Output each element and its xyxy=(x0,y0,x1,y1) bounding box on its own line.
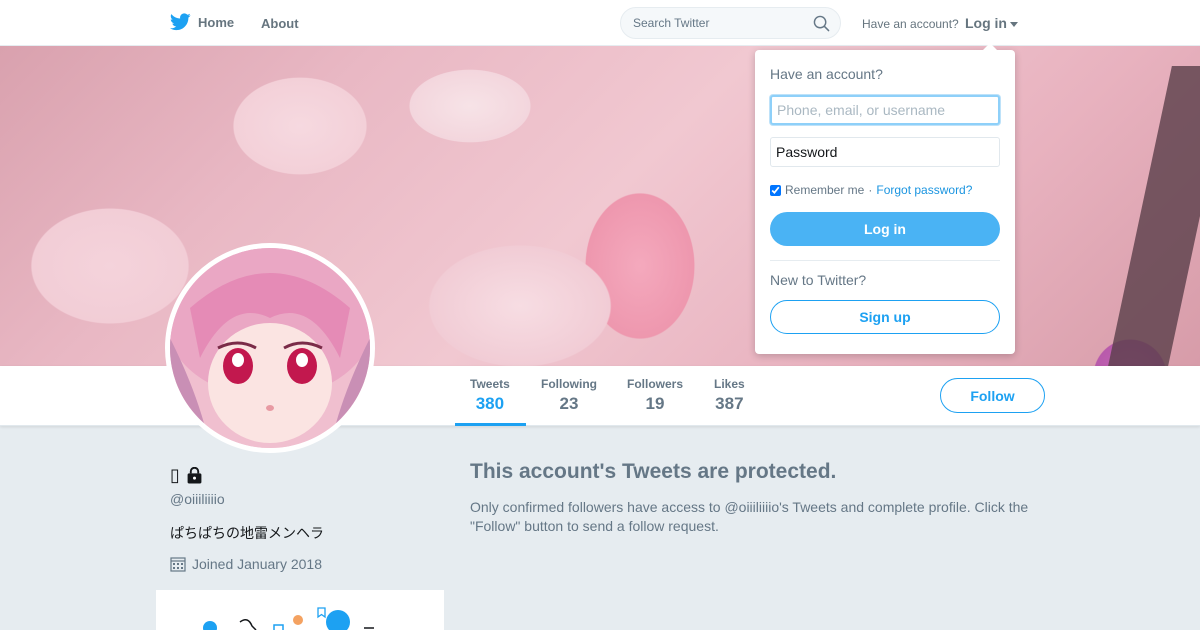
joined-label: Joined January 2018 xyxy=(192,556,322,572)
stat-label: Followers xyxy=(627,377,684,391)
profile-bio: ぱちぱちの地雷メンヘラ xyxy=(170,525,324,541)
search-icon[interactable] xyxy=(813,15,830,32)
avatar-illustration xyxy=(170,248,370,448)
login-toggle-label: Log in xyxy=(965,15,1007,31)
caret-down-icon xyxy=(1010,21,1018,27)
protected-body: Only confirmed followers have access to … xyxy=(470,499,1029,534)
banner-dark-region xyxy=(1108,66,1200,366)
stat-value: 380 xyxy=(475,394,505,413)
stat-likes[interactable]: Likes 387 xyxy=(714,377,745,414)
remember-me-row: Remember me · Forgot password? xyxy=(770,183,972,197)
login-dropdown-toggle[interactable]: Log in xyxy=(965,15,1018,31)
login-dropdown: Have an account? Remember me · Forgot pa… xyxy=(755,43,1015,354)
calendar-icon xyxy=(170,557,186,572)
have-account-text: Have an account? xyxy=(862,17,959,31)
profile-handle[interactable]: @oiiiliiiio xyxy=(170,491,225,507)
search-input[interactable] xyxy=(633,16,803,30)
search-box[interactable] xyxy=(620,7,841,39)
joined-date: Joined January 2018 xyxy=(170,556,322,572)
follow-button[interactable]: Follow xyxy=(940,378,1045,413)
password-input[interactable] xyxy=(770,137,1000,167)
new-to-twitter-text: New to Twitter? xyxy=(770,272,867,288)
promo-illustration xyxy=(203,607,374,630)
remember-me-label[interactable]: Remember me xyxy=(785,183,864,197)
username-input[interactable] xyxy=(770,95,1000,125)
protected-title: This account's Tweets are protected. xyxy=(470,460,837,483)
forgot-password-link[interactable]: Forgot password? xyxy=(876,183,972,197)
dropdown-divider xyxy=(770,260,1000,261)
active-tab-underline xyxy=(455,423,526,426)
stat-value: 19 xyxy=(645,394,665,413)
top-navigation-bar: Home About Have an account? Log in xyxy=(0,0,1200,46)
profile-avatar[interactable] xyxy=(165,243,375,453)
nav-about-link[interactable]: About xyxy=(261,16,299,31)
profile-name: ▯ xyxy=(170,465,203,486)
nav-home-label: Home xyxy=(198,14,235,30)
signup-button[interactable]: Sign up xyxy=(770,300,1000,334)
lock-icon xyxy=(187,467,202,484)
promo-card xyxy=(156,590,444,630)
stat-followers[interactable]: Followers 19 xyxy=(627,377,683,414)
stat-value: 23 xyxy=(559,394,579,413)
stat-label: Tweets xyxy=(470,377,510,391)
twitter-bird-icon xyxy=(170,13,191,31)
login-button[interactable]: Log in xyxy=(770,212,1000,246)
nav-home-link[interactable]: Home xyxy=(170,13,234,31)
stat-following[interactable]: Following 23 xyxy=(541,377,597,414)
profile-name-glyph: ▯ xyxy=(170,465,180,485)
stat-value: 387 xyxy=(715,394,744,413)
stat-label: Following xyxy=(541,377,597,391)
remember-me-checkbox[interactable] xyxy=(770,184,781,196)
dropdown-have-account: Have an account? xyxy=(770,66,883,82)
stat-label: Likes xyxy=(714,377,745,391)
stat-tweets[interactable]: Tweets 380 xyxy=(470,377,510,414)
separator-dot: · xyxy=(868,183,873,197)
